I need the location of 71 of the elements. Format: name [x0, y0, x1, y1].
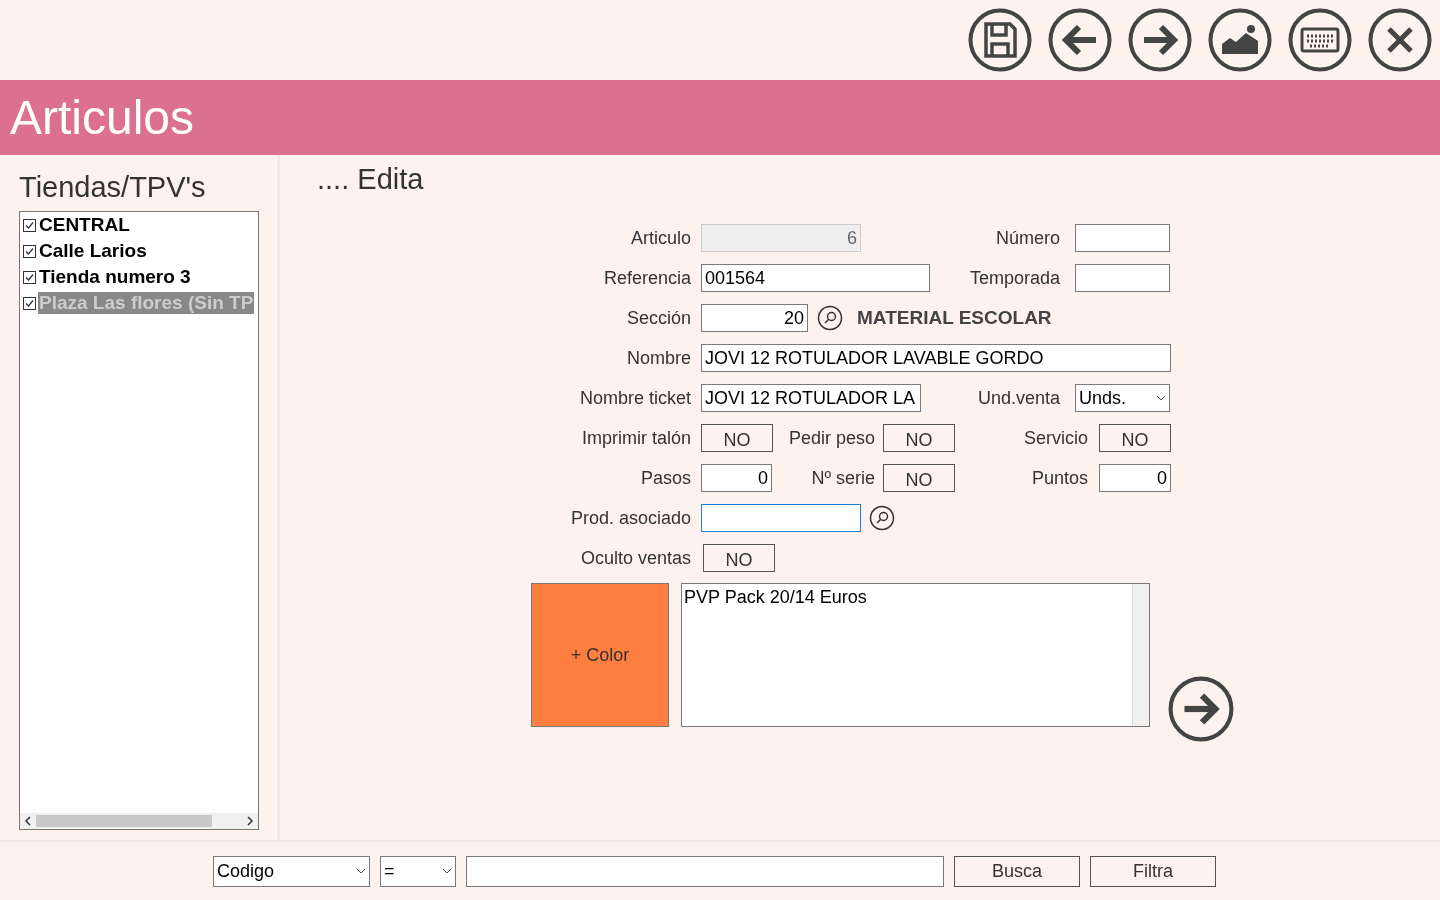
floppy-disk-icon	[968, 8, 1032, 72]
points-field[interactable]: 0	[1099, 464, 1171, 492]
field-label: Número	[994, 227, 1060, 249]
season-field[interactable]	[1075, 264, 1170, 292]
image-button[interactable]	[1208, 8, 1272, 72]
store-item[interactable]: Calle Larios	[38, 240, 148, 262]
arrow-right-icon[interactable]	[1168, 676, 1234, 742]
save-button[interactable]	[968, 8, 1032, 72]
field-label: Articulo	[629, 227, 691, 249]
arrow-left-icon	[1048, 8, 1112, 72]
search-icon[interactable]	[869, 505, 895, 531]
reference-field[interactable]: 001564	[701, 264, 930, 292]
close-button[interactable]	[1368, 8, 1432, 72]
field-label: Nº serie	[810, 467, 875, 489]
search-button[interactable]: Busca	[954, 855, 1080, 887]
ticket-name-field[interactable]: JOVI 12 ROTULADOR LA	[701, 384, 921, 412]
notes-area[interactable]: PVP Pack 20/14 Euros	[681, 583, 1150, 727]
mode-title: .... Edita	[317, 163, 425, 196]
search-field[interactable]	[466, 855, 944, 887]
store-item[interactable]: CENTRAL	[38, 214, 131, 236]
linked-product-field[interactable]	[701, 504, 861, 532]
toggle-field[interactable]: NO	[883, 464, 955, 492]
toggle-field[interactable]: NO	[883, 424, 955, 452]
color-button[interactable]: + Color	[531, 583, 669, 727]
arrow-right-icon	[1128, 8, 1192, 72]
field-label: Puntos	[1030, 467, 1088, 489]
keyboard-button[interactable]	[1288, 8, 1352, 72]
scroll-left-icon[interactable]	[24, 816, 32, 826]
scroll-right-icon[interactable]	[246, 816, 254, 826]
name-field[interactable]: JOVI 12 ROTULADOR LAVABLE GORDO	[701, 344, 1171, 372]
close-icon	[1368, 8, 1432, 72]
search-button[interactable]: Filtra	[1090, 855, 1216, 887]
back-button[interactable]	[1048, 8, 1112, 72]
search-icon[interactable]	[817, 305, 843, 331]
forward-button[interactable]	[1128, 8, 1192, 72]
number-field[interactable]	[1075, 224, 1170, 252]
field-label: Und.venta	[976, 387, 1060, 409]
toggle-field[interactable]: NO	[1099, 424, 1171, 452]
toggle-field[interactable]: NO	[703, 544, 775, 572]
chevron-down-icon	[442, 868, 452, 874]
toggle-field[interactable]: NO	[701, 424, 773, 452]
checkbox[interactable]	[23, 218, 36, 232]
field-label: Pedir peso	[787, 427, 875, 449]
unit-dropdown[interactable]: Unds.	[1075, 384, 1170, 412]
chevron-down-icon	[1156, 395, 1166, 401]
landscape-icon	[1208, 8, 1272, 72]
checkbox[interactable]	[23, 296, 36, 310]
field-label: Servicio	[1022, 427, 1088, 449]
field-label: Pasos	[639, 467, 691, 489]
field-label: Oculto ventas	[579, 547, 691, 569]
field-label: Temporada	[968, 267, 1060, 289]
section-name: MATERIAL ESCOLAR	[857, 307, 1052, 329]
vertical-scrollbar[interactable]	[1132, 584, 1149, 726]
field-label: Sección	[625, 307, 691, 329]
chevron-down-icon	[356, 868, 366, 874]
field-label: Nombre ticket	[578, 387, 691, 409]
operator-dropdown[interactable]: =	[380, 855, 456, 887]
field-label: Prod. asociado	[569, 507, 691, 529]
sidebar-title: Tiendas/TPV's	[19, 171, 207, 204]
steps-field[interactable]: 0	[701, 464, 772, 492]
field-dropdown[interactable]: Codigo	[213, 855, 370, 887]
store-item[interactable]: Tienda numero 3	[38, 266, 192, 288]
checkbox[interactable]	[23, 270, 36, 284]
section-field[interactable]: 20	[701, 304, 808, 332]
checkbox[interactable]	[23, 244, 36, 258]
keyboard-icon	[1288, 8, 1352, 72]
field-label: Imprimir talón	[580, 427, 691, 449]
page-title: Articulos	[10, 90, 195, 145]
field-label: Referencia	[602, 267, 691, 289]
horizontal-scrollbar[interactable]	[20, 813, 258, 829]
field-label: Nombre	[625, 347, 691, 369]
